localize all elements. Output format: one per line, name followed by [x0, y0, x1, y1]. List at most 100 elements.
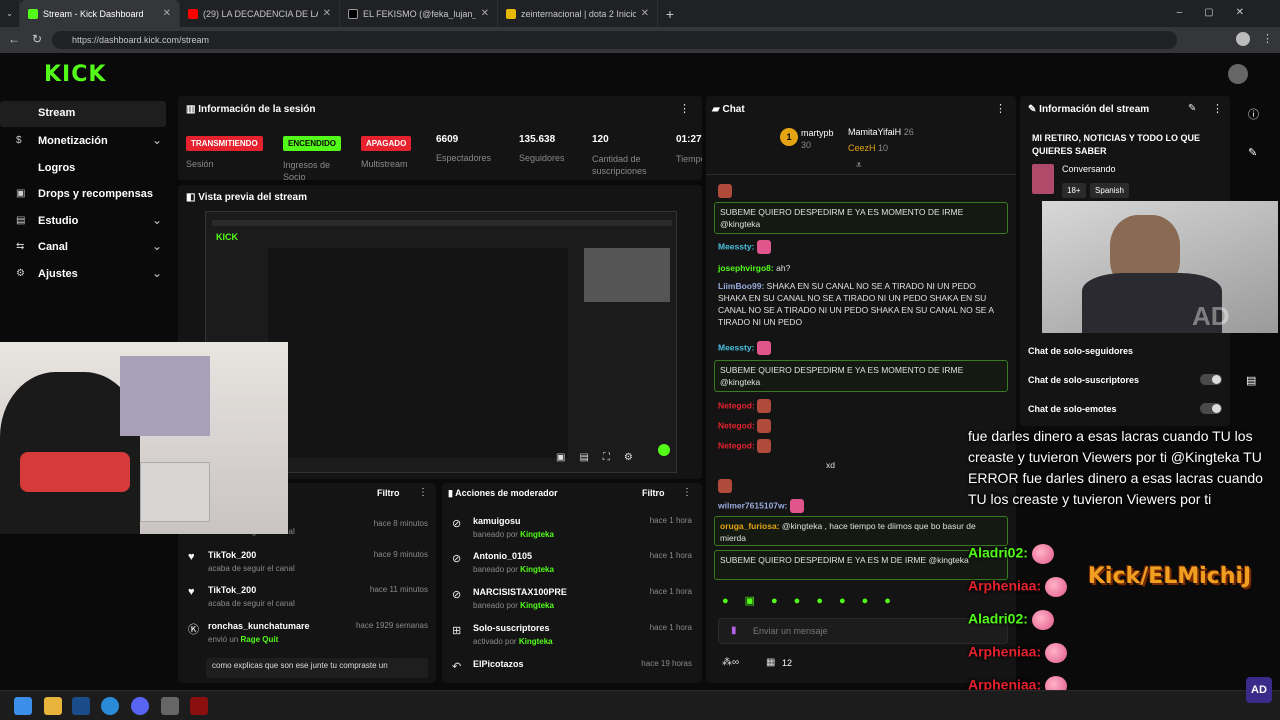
close-tab-icon[interactable]: ✕ [323, 8, 331, 19]
close-tab-icon[interactable]: ✕ [641, 8, 649, 19]
menu-dots-icon[interactable]: ⋮ [995, 102, 1006, 115]
channel-icon: ⇆ [16, 241, 25, 252]
chat-message: josephvirgo8: ah? [718, 263, 791, 273]
microphone-icon: ▮ [731, 625, 737, 636]
sidebar-item-logros[interactable]: Logros [16, 160, 166, 180]
emote-icon [718, 184, 732, 198]
reload-icon[interactable]: ↻ [32, 32, 42, 46]
player-controls[interactable]: ▣▤⛶⚙ [556, 452, 647, 463]
back-arrow-icon[interactable]: ← [8, 32, 20, 46]
webcam-overlay: AD [1042, 201, 1278, 333]
chevron-down-icon: ⌄ [6, 9, 13, 18]
emote-icon [789, 499, 804, 513]
sliders-icon: ▥ [186, 104, 199, 115]
menu-dots-icon[interactable]: ⋮ [682, 487, 692, 498]
overlay-user: Arpheniaa: [968, 643, 1068, 663]
profile-avatar[interactable] [1236, 32, 1250, 46]
discord-icon[interactable] [131, 697, 149, 715]
recording-app-icon[interactable] [190, 697, 208, 715]
youtube-favicon-icon [188, 8, 198, 19]
panel-title: ▥ Información de la sesión [186, 104, 316, 115]
close-tab-icon[interactable]: ✕ [481, 8, 489, 19]
heart-icon: ♥ [188, 551, 195, 563]
menu-dots-icon[interactable]: ⋮ [679, 102, 690, 115]
info-icon[interactable]: ⓘ [1248, 106, 1259, 122]
top-gifter-1: martypb 30 [801, 128, 834, 150]
nested-dashboard [268, 248, 568, 458]
tab-list-button[interactable]: ⌄ [0, 0, 20, 27]
file-explorer-icon[interactable] [44, 697, 62, 715]
expand-icon[interactable]: ⩡ [856, 160, 862, 171]
filter-button[interactable]: Filtro [642, 488, 665, 498]
kick-k-icon: Ⓚ [188, 624, 199, 636]
emote-icon [756, 341, 771, 355]
edit-icon[interactable]: ✎ [1188, 103, 1196, 114]
x-favicon-icon [348, 8, 358, 19]
tab-kick-dashboard[interactable]: Stream - Kick Dashboard ✕ [20, 0, 180, 27]
gift-icon: ▣ [16, 188, 26, 199]
tab-youtube[interactable]: (29) LA DECADENCIA DE LA FEKA ✕ [180, 0, 340, 27]
windows-start-icon[interactable] [14, 697, 32, 715]
sidebar-item-canal[interactable]: ⇆ Canal ⌄ [16, 239, 166, 259]
emote-picker-bar[interactable]: ●▣●●●●●● [722, 594, 907, 607]
window-controls[interactable]: –▢✕ [1177, 7, 1266, 18]
chat-message: LiimBoo99: SHAKA EN SU CANAL NO SE A TIR… [718, 281, 994, 327]
setting-followers-only: Chat de solo-seguidores [1028, 346, 1134, 356]
sidebar-item-drops[interactable]: ▣ Drops y recompensas [16, 186, 166, 206]
subs-only-toggle[interactable] [1200, 374, 1222, 385]
pencil-icon[interactable]: ✎ [1248, 146, 1257, 159]
sidebar-item-monetizacion[interactable]: $ Monetización ⌄ [16, 133, 166, 153]
menu-dots-icon[interactable]: ⋮ [1262, 32, 1273, 45]
app-icon[interactable] [161, 697, 179, 715]
tab-x[interactable]: EL FEKISMO (@feka_lujan_carrion) ✕ [340, 0, 498, 27]
nested-webcam [584, 248, 670, 302]
overlay-user: Arpheniaa: [968, 577, 1068, 597]
close-tab-icon[interactable]: ✕ [163, 8, 171, 19]
edge-icon[interactable] [101, 697, 119, 715]
sidebar-item-stream[interactable]: Stream [0, 101, 166, 127]
sidebar-item-estudio[interactable]: ▤ Estudio ⌄ [16, 213, 166, 233]
stat-viewers: 6609 Espectadores [436, 134, 492, 163]
top-gifter-2: MamitaYifaiH 26 [848, 127, 914, 137]
menu-dots-icon[interactable]: ⋮ [1212, 102, 1223, 115]
filter-button[interactable]: Filtro [377, 488, 400, 498]
mod-action-row: ⊘ kamuigosu baneado por Kingteka hace 1 … [452, 516, 692, 539]
windows-taskbar: AD [0, 677, 1280, 720]
chevron-down-icon: ⌄ [151, 239, 162, 253]
heart-emote-icon [1045, 577, 1068, 597]
room-camera-overlay [0, 342, 288, 534]
stat-multistream: APAGADO Multistream [361, 133, 412, 169]
chat-message: wilmer7615107w: [718, 499, 804, 513]
kick-logo[interactable]: KICK [44, 62, 106, 87]
ad-gamer-watermark: AD [1192, 301, 1230, 331]
layout-icon[interactable]: ▤ [1246, 374, 1256, 387]
chat-message: xd [826, 460, 835, 470]
overlay-user: Aladri02: [968, 610, 1054, 630]
undo-icon: ↶ [452, 661, 462, 673]
setting-emotes-only: Chat de solo-emotes [1028, 404, 1117, 414]
emote-icon [757, 399, 772, 413]
tab-dota[interactable]: zeinternacional | dota 2 Inicio ✕ [498, 0, 658, 27]
url-field[interactable]: https://dashboard.kick.com/stream [52, 31, 1177, 49]
user-avatar[interactable] [1228, 64, 1248, 84]
preview-icon: ◧ [186, 192, 199, 203]
sidebar-item-ajustes[interactable]: ⚙ Ajustes ⌄ [16, 266, 166, 286]
calendar-icon[interactable]: ▦ [766, 657, 775, 668]
ban-icon: ⊘ [452, 553, 462, 565]
emotes-only-toggle[interactable] [1200, 403, 1222, 414]
new-tab-button[interactable]: + [658, 6, 682, 22]
posters [120, 356, 210, 436]
heart-emote-icon [1031, 610, 1054, 630]
session-info-panel: ▥ Información de la sesión ⋮ TRANSMITIEN… [178, 96, 702, 182]
mod-action-row: ⊘ NARCISISTAX100PRE baneado por Kingteka… [452, 587, 692, 610]
chat-message: Meessty: [718, 341, 771, 355]
menu-dots-icon[interactable]: ⋮ [418, 487, 428, 498]
chevron-down-icon: ⌄ [151, 213, 162, 227]
emote-icon [757, 419, 772, 433]
steam-icon[interactable] [72, 697, 90, 715]
highlighted-message: SUBEME QUIERO DESPEDIRM E YA ES MOMENTO … [714, 360, 1008, 392]
users-icon[interactable]: ⁂∞ [722, 657, 739, 668]
chat-message: Netegod: [718, 439, 772, 453]
tip-message: como explicas que son ese junte tu compr… [206, 658, 428, 678]
chat-message [718, 479, 732, 493]
